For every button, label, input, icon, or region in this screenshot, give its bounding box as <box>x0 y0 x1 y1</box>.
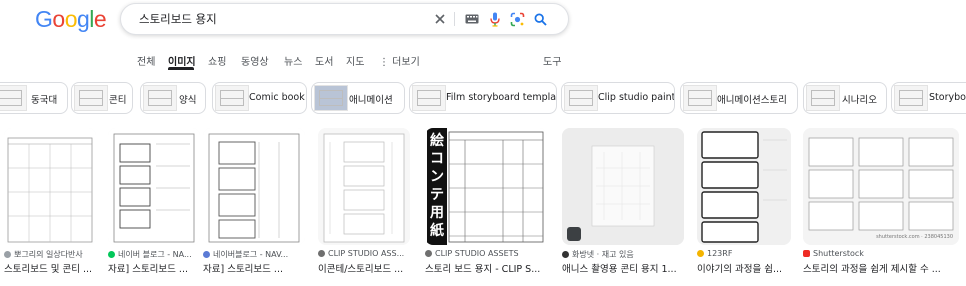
product-tag-icon <box>567 227 581 241</box>
result-thumbnail[interactable] <box>108 128 200 245</box>
site-favicon <box>108 251 115 258</box>
google-logo[interactable]: Google <box>35 6 107 33</box>
tab-news[interactable]: 뉴스 <box>284 53 302 68</box>
keyboard-icon[interactable] <box>464 11 480 27</box>
chip-thumbnail <box>806 85 840 111</box>
thumbnail-banner-text: 絵コンテ用紙 <box>430 133 444 239</box>
source-label: CLIP STUDIO ASSETS <box>435 249 519 258</box>
source-label: 123RF <box>707 249 733 258</box>
result-source[interactable]: CLIP STUDIO ASS... <box>318 249 410 258</box>
search-tabs: 전체 이미지 쇼핑 동영상 뉴스 도서 지도 ⋮ 더보기 도구 <box>0 53 966 70</box>
close-icon[interactable] <box>432 11 448 27</box>
chip-thumbnail <box>683 85 717 111</box>
chip-label: 애니메이션 <box>349 95 393 106</box>
chip-animation[interactable]: 애니메이션 <box>311 82 405 114</box>
chip-thumbnail <box>74 85 108 111</box>
chip-thumbnail <box>564 85 598 111</box>
chip-thumbnail <box>314 85 348 111</box>
result-title[interactable]: 이야기의 과정을 쉽... <box>697 261 791 275</box>
chip-thumbnail <box>0 85 27 111</box>
source-label: 네이버블로그 - NAV... <box>213 250 289 259</box>
logo-letter: g <box>76 6 90 32</box>
logo-letter: o <box>64 6 78 32</box>
camera-lens-icon[interactable] <box>509 11 525 27</box>
chip-label: 콘티 <box>109 95 127 106</box>
site-favicon <box>697 250 704 257</box>
source-label: 뽀그리의 일상다반사 <box>14 250 83 259</box>
chip-scenario[interactable]: 시나리오 <box>803 82 887 114</box>
chip-thumbnail <box>894 85 928 111</box>
chip-clip-studio-paint[interactable]: Clip studio paint <box>561 82 675 114</box>
source-label: 네이버 블로그 - NA... <box>118 250 192 259</box>
chip-animation-story[interactable]: 애니메이션스토리 <box>680 82 798 114</box>
tab-videos[interactable]: 동영상 <box>241 53 269 68</box>
result-title[interactable]: 애니스 촬영용 콘티 용지 1... <box>562 261 684 275</box>
tab-more[interactable]: ⋮ 더보기 <box>379 53 420 68</box>
result-source[interactable]: CLIP STUDIO ASSETS <box>425 249 547 258</box>
source-label: CLIP STUDIO ASS... <box>328 249 405 258</box>
source-label: Shutterstock <box>813 249 864 258</box>
result-source[interactable]: 네이버 블로그 - NA... <box>108 249 200 260</box>
chip-label: 양식 <box>179 95 197 106</box>
search-icon[interactable] <box>532 11 548 27</box>
chip-film-storyboard-template[interactable]: Film storyboard template <box>409 82 557 114</box>
chip-label: 시나리오 <box>842 95 877 106</box>
site-favicon <box>4 251 11 258</box>
chip-comic-book[interactable]: Comic book <box>212 82 307 114</box>
site-favicon <box>203 251 210 258</box>
site-favicon <box>562 251 569 258</box>
result-title[interactable]: 스토리보드 및 콘티 ... <box>4 261 96 275</box>
related-search-chips: 동국대 콘티 양식 Comic book 애니메이션 Film storyboa… <box>0 82 966 114</box>
result-source[interactable]: Shutterstock <box>803 249 959 258</box>
result-thumbnail[interactable]: shutterstock.com · 238045130 <box>803 128 959 245</box>
source-label: 화방넷 · 재고 있음 <box>572 250 634 259</box>
result-title[interactable]: 스토리의 과정을 쉽게 제시할 수 ... <box>803 261 959 275</box>
chip-label: 동국대 <box>31 95 58 106</box>
divider <box>454 12 455 26</box>
chip-thumbnail <box>143 85 177 111</box>
microphone-icon[interactable] <box>487 11 503 27</box>
tab-maps[interactable]: 지도 <box>346 53 364 68</box>
search-box[interactable] <box>120 3 569 35</box>
result-title[interactable]: 자료] 스토리보드 ... <box>203 261 305 275</box>
chip-label: 애니메이션스토리 <box>717 95 787 106</box>
result-thumbnail[interactable]: 絵コンテ用紙 <box>425 128 547 245</box>
site-favicon <box>425 250 432 257</box>
result-source[interactable]: 네이버블로그 - NAV... <box>203 249 305 260</box>
result-thumbnail[interactable] <box>203 128 305 245</box>
result-thumbnail[interactable] <box>4 128 96 245</box>
logo-letter: G <box>35 6 53 32</box>
logo-letter: e <box>93 6 107 32</box>
chip-label: Film storyboard template <box>446 92 557 103</box>
chip-label: Comic book <box>249 92 305 103</box>
result-title[interactable]: 이콘테/스토리보드 ... <box>318 261 410 275</box>
chip-label: Clip studio paint <box>598 92 675 103</box>
site-favicon <box>803 250 810 257</box>
tab-books[interactable]: 도서 <box>315 53 333 68</box>
chip-dongguk[interactable]: 동국대 <box>0 82 68 114</box>
tab-images[interactable]: 이미지 <box>168 53 196 68</box>
tab-shopping[interactable]: 쇼핑 <box>208 53 226 68</box>
result-source[interactable]: 뽀그리의 일상다반사 <box>4 249 96 260</box>
result-title[interactable]: 자료] 스토리보드 ... <box>108 261 200 275</box>
site-favicon <box>318 250 325 257</box>
chip-label: Storyboa <box>929 92 966 103</box>
chip-storyboard[interactable]: Storyboa <box>891 82 966 114</box>
search-input[interactable] <box>139 4 429 34</box>
chip-thumbnail <box>215 85 249 111</box>
tab-all[interactable]: 전체 <box>137 53 155 68</box>
result-thumbnail[interactable] <box>697 128 791 245</box>
chip-form[interactable]: 양식 <box>140 82 206 114</box>
tools-button[interactable]: 도구 <box>543 53 561 68</box>
result-source[interactable]: 화방넷 · 재고 있음 <box>562 249 684 260</box>
result-source[interactable]: 123RF <box>697 249 791 258</box>
thumbnail-watermark: shutterstock.com · 238045130 <box>876 234 953 240</box>
active-tab-indicator <box>168 67 194 70</box>
chip-conti[interactable]: 콘티 <box>71 82 133 114</box>
result-thumbnail[interactable] <box>562 128 684 245</box>
result-title[interactable]: 스토리 보드 용지 - CLIP S... <box>425 261 547 275</box>
result-thumbnail[interactable] <box>318 128 410 245</box>
chip-thumbnail <box>412 85 446 111</box>
logo-letter: o <box>52 6 65 32</box>
